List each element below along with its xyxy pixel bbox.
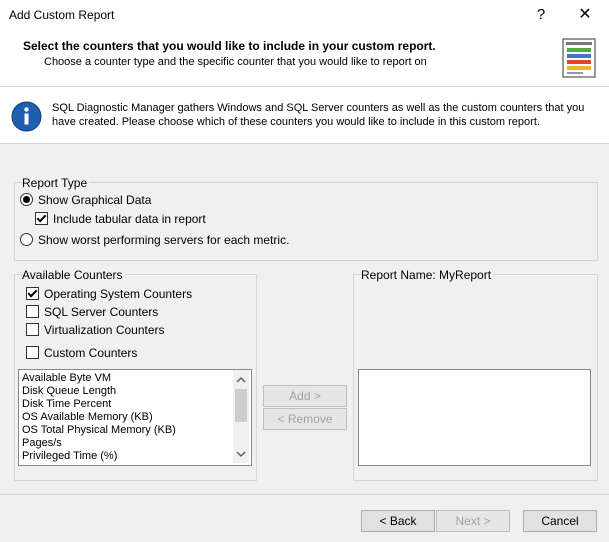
custom-counters-label[interactable]: Custom Counters: [44, 346, 137, 360]
info-text: SQL Diagnostic Manager gathers Windows a…: [52, 102, 585, 128]
next-button[interactable]: Next >: [436, 510, 510, 532]
os-counters-label[interactable]: Operating System Counters: [44, 287, 192, 301]
include-tabular-label[interactable]: Include tabular data in report: [53, 212, 206, 226]
virtualization-counters-checkbox[interactable]: [26, 323, 39, 336]
list-item[interactable]: Pages/s: [22, 437, 62, 450]
header-title: Select the counters that you would like …: [23, 39, 436, 53]
add-button[interactable]: Add >: [263, 385, 347, 407]
scroll-up-icon[interactable]: [233, 372, 249, 388]
custom-counters-checkbox[interactable]: [26, 346, 39, 359]
scroll-thumb[interactable]: [235, 389, 247, 422]
list-item[interactable]: Privileged Time (%): [22, 450, 117, 463]
close-button[interactable]: ✕: [572, 3, 598, 27]
os-counters-checkbox[interactable]: [26, 287, 39, 300]
list-item[interactable]: OS Available Memory (KB): [22, 411, 153, 424]
sql-server-counters-label[interactable]: SQL Server Counters: [44, 305, 158, 319]
show-worst-label[interactable]: Show worst performing servers for each m…: [38, 233, 289, 247]
report-type-label: Report Type: [22, 176, 90, 190]
virtualization-counters-label[interactable]: Virtualization Counters: [44, 323, 165, 337]
header-subtitle: Choose a counter type and the specific c…: [44, 56, 427, 68]
cancel-button[interactable]: Cancel: [523, 510, 597, 532]
include-tabular-checkbox[interactable]: [35, 212, 48, 225]
show-worst-radio[interactable]: [20, 233, 33, 246]
scroll-down-icon[interactable]: [233, 446, 249, 462]
back-button[interactable]: < Back: [361, 510, 435, 532]
window-title: Add Custom Report: [9, 8, 115, 22]
help-button[interactable]: ?: [531, 5, 551, 25]
list-item[interactable]: Available Byte VM: [22, 372, 111, 385]
show-graphical-radio[interactable]: [20, 193, 33, 206]
available-counters-label: Available Counters: [22, 268, 125, 282]
report-name-label: Report Name: MyReport: [361, 268, 494, 282]
list-item[interactable]: OS Total Physical Memory (KB): [22, 424, 176, 437]
info-icon: [11, 101, 42, 132]
footer-divider: [0, 494, 609, 495]
list-item[interactable]: Disk Queue Length: [22, 385, 116, 398]
remove-button[interactable]: < Remove: [263, 408, 347, 430]
list-item[interactable]: Disk Time Percent: [22, 398, 111, 411]
report-list-icon: [562, 38, 596, 78]
sql-server-counters-checkbox[interactable]: [26, 305, 39, 318]
selected-counters-list[interactable]: [358, 369, 591, 466]
show-graphical-label[interactable]: Show Graphical Data: [38, 193, 151, 207]
